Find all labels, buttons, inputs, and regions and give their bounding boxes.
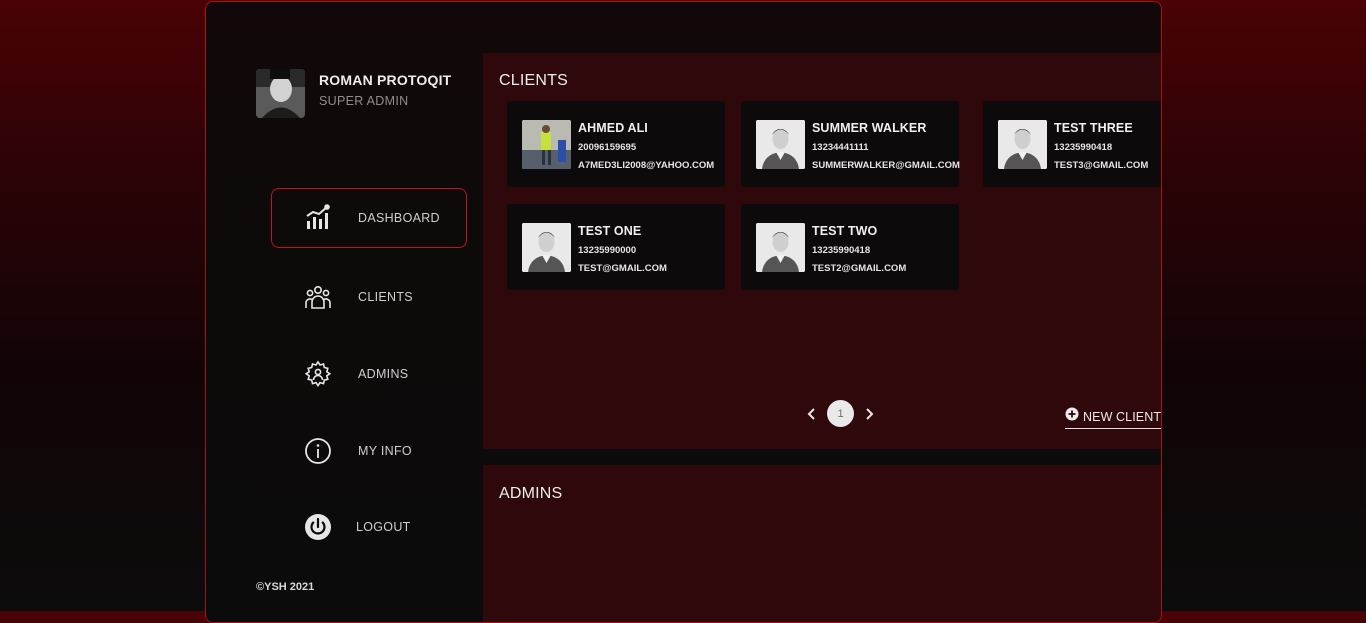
chevron-left-icon[interactable] — [805, 407, 819, 421]
chart-icon — [304, 204, 332, 232]
client-photo — [756, 120, 805, 169]
info-icon — [304, 437, 332, 465]
nav-item-my-info[interactable]: MY INFO — [271, 421, 467, 481]
profile: ROMAN PROTOQIT SUPER ADMIN — [256, 69, 451, 118]
nav-label: ADMINS — [358, 367, 409, 381]
chevron-right-icon[interactable] — [862, 407, 876, 421]
clients-panel: CLIENTS AHMED ALI 20096159695 A7MED3LI20… — [483, 53, 1161, 449]
gear-user-icon — [304, 360, 332, 388]
client-name: AHMED ALI — [578, 121, 648, 135]
client-phone: 20096159695 — [578, 142, 637, 153]
nav-item-admins[interactable]: ADMINS — [271, 344, 467, 404]
nav-item-dashboard[interactable]: DASHBOARD — [271, 188, 467, 248]
panel-title: CLIENTS — [499, 72, 568, 89]
client-name: TEST TWO — [812, 224, 878, 238]
client-photo — [522, 120, 571, 169]
client-photo — [522, 223, 571, 272]
app-frame: ROMAN PROTOQIT SUPER ADMIN DASHBOARD CLI… — [205, 1, 1162, 623]
client-name: TEST THREE — [1054, 121, 1133, 135]
client-photo — [998, 120, 1047, 169]
client-phone: 13235990418 — [812, 245, 871, 256]
client-name: TEST ONE — [578, 224, 642, 238]
client-card[interactable]: TEST TWO 13235990418 TEST2@GMAIL.COM — [741, 204, 959, 290]
client-card[interactable]: SUMMER WALKER 13234441111 SUMMERWALKER@G… — [741, 101, 960, 187]
panel-title: ADMINS — [499, 485, 563, 502]
client-name: SUMMER WALKER — [812, 121, 927, 135]
nav-label: MY INFO — [358, 444, 412, 458]
client-phone: 13235990418 — [1054, 142, 1113, 153]
client-phone: 13234441111 — [812, 142, 869, 153]
pagination: 1 — [805, 400, 876, 427]
nav-label: CLIENTS — [358, 290, 413, 304]
client-email: TEST2@GMAIL.COM — [812, 263, 907, 274]
nav-item-logout[interactable]: LOGOUT — [271, 497, 467, 557]
new-client-label: NEW CLIENT — [1083, 409, 1162, 424]
client-card[interactable]: AHMED ALI 20096159695 A7MED3LI2008@YAHOO… — [507, 101, 725, 187]
nav-label: LOGOUT — [356, 520, 411, 534]
new-client-button[interactable]: NEW CLIENT — [1065, 407, 1161, 429]
client-email: TEST3@GMAIL.COM — [1054, 160, 1149, 171]
page-button[interactable]: 1 — [827, 400, 854, 427]
nav-label: DASHBOARD — [358, 211, 440, 225]
client-card[interactable]: TEST ONE 13235990000 TEST@GMAIL.COM — [507, 204, 725, 290]
copyright: ©YSH 2021 — [256, 581, 315, 593]
client-card[interactable]: TEST THREE 13235990418 TEST3@GMAIL.COM — [983, 101, 1161, 187]
client-email: SUMMERWALKER@GMAIL.COM — [812, 160, 960, 171]
nav-item-clients[interactable]: CLIENTS — [271, 267, 467, 327]
users-icon — [304, 283, 332, 311]
power-icon — [304, 513, 332, 541]
admins-panel: ADMINS — [483, 465, 1161, 622]
client-phone: 13235990000 — [578, 245, 637, 256]
profile-role: SUPER ADMIN — [319, 94, 409, 108]
client-email: A7MED3LI2008@YAHOO.COM — [578, 160, 715, 171]
client-photo — [756, 223, 805, 272]
avatar — [256, 69, 305, 118]
plus-circle-icon — [1065, 407, 1079, 426]
client-email: TEST@GMAIL.COM — [578, 263, 667, 274]
profile-name: ROMAN PROTOQIT — [319, 72, 452, 88]
